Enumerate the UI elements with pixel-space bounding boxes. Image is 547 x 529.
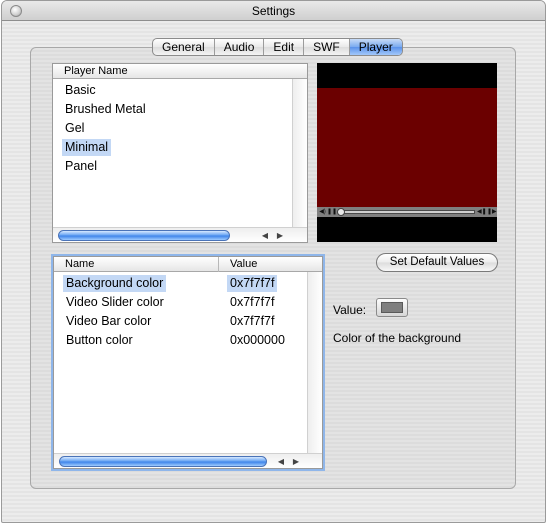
scroll-right-arrow-icon[interactable]: ▶ [275,230,285,241]
color-swatch [381,302,403,313]
color-well[interactable] [376,298,408,317]
row-name: Video Bar color [66,314,152,328]
list-item-label: Panel [65,159,97,173]
tab-player[interactable]: Player [349,39,402,55]
list-item[interactable]: Basic [53,81,293,100]
video-frame [317,88,497,207]
tab-edit[interactable]: Edit [264,39,305,55]
title-bar: Settings [2,1,545,21]
row-value: 0x7f7f7f [230,314,275,328]
scroll-left-arrow-icon[interactable]: ◀ [260,230,270,241]
list-item[interactable]: Gel [53,119,293,138]
row-name: Background color [63,275,167,292]
tab-swf[interactable]: SWF [304,39,350,55]
vertical-scrollbar[interactable] [292,79,307,227]
step-forward-icon[interactable]: ❚▶ [487,208,497,216]
table-row-selected[interactable]: Background color 0x7f7f7f [54,274,308,293]
list-item-selected[interactable]: Minimal [53,138,293,157]
pause-icon[interactable]: ❚❚ [327,208,337,216]
horizontal-scrollbar[interactable]: ◀ ▶ [54,453,322,468]
list-item-label: Brushed Metal [65,102,146,116]
row-value: 0x7f7f7f [230,295,275,309]
list-item[interactable]: Brushed Metal [53,100,293,119]
column-header-value[interactable]: Value [218,257,308,272]
scroll-thumb[interactable] [58,230,230,241]
table-row[interactable]: Video Slider color 0x7f7f7f [54,293,308,312]
row-name: Video Slider color [66,295,164,309]
list-item-label: Basic [65,83,96,97]
column-header-name[interactable]: Name [54,257,218,272]
vertical-scrollbar[interactable] [307,272,322,453]
row-name: Button color [66,333,133,347]
scroll-left-arrow-icon[interactable]: ◀ [276,456,286,467]
properties-table[interactable]: Name Value Background color 0x7f7f7f Vid… [53,256,323,469]
horizontal-scrollbar[interactable]: ◀ ▶ [53,227,307,242]
column-header-player-name[interactable]: Player Name [53,64,293,79]
player-list[interactable]: Player Name Basic Brushed Metal Gel Mini… [52,63,308,243]
list-item-label: Gel [65,121,85,135]
scroll-thumb[interactable] [59,456,267,467]
seek-track[interactable] [339,210,475,214]
list-item-label: Minimal [62,139,112,156]
table-row[interactable]: Button color 0x000000 [54,331,308,350]
tab-bar: General Audio Edit SWF Player [152,38,403,56]
scroll-right-arrow-icon[interactable]: ▶ [291,456,301,467]
player-controller: ◀) ❚❚ ◀❚ ❚▶ [317,207,497,217]
tab-audio[interactable]: Audio [215,39,265,55]
step-back-icon[interactable]: ◀❚ [477,208,487,216]
row-value: 0x000000 [230,333,285,347]
window-title: Settings [251,4,296,18]
seek-knob[interactable] [337,208,345,216]
player-list-header: Player Name [53,64,307,79]
property-description: Color of the background [333,331,462,345]
set-default-values-button[interactable]: Set Default Values [376,253,498,272]
tab-general[interactable]: General [153,39,215,55]
player-preview: ◀) ❚❚ ◀❚ ❚▶ [317,63,497,242]
properties-header: Name Value [54,257,322,272]
value-label: Value: [333,303,367,317]
row-value: 0x7f7f7f [227,275,278,292]
list-item[interactable]: Panel [53,157,293,176]
table-row[interactable]: Video Bar color 0x7f7f7f [54,312,308,331]
volume-icon[interactable]: ◀) [318,208,327,216]
close-window-button[interactable] [10,5,22,17]
